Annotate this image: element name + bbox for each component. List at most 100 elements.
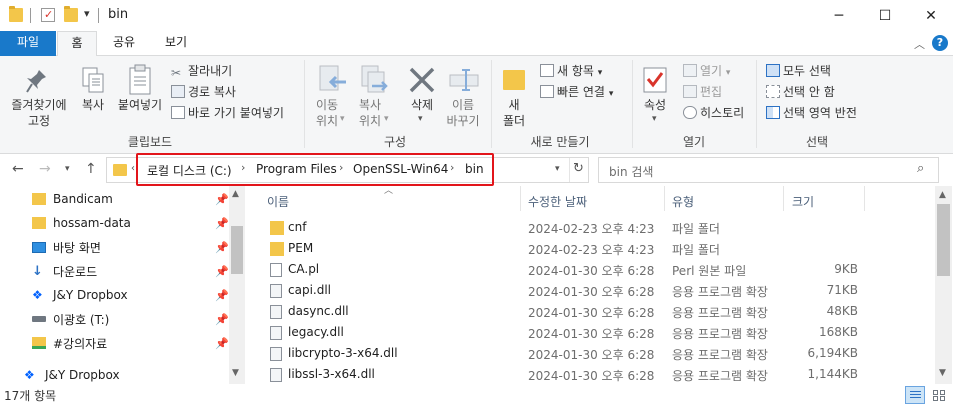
recent-locations-icon[interactable]: ▾ xyxy=(65,164,70,174)
pin-icon xyxy=(26,68,48,94)
nav-item-bandicam[interactable]: Bandicam xyxy=(32,187,113,211)
customize-toolbar-icon[interactable]: ▾ xyxy=(84,7,90,20)
collapse-ribbon-icon[interactable]: ︿ xyxy=(914,36,925,52)
properties-button[interactable]: 속성 xyxy=(638,97,672,113)
invert-selection-button[interactable]: 선택 영역 반전 xyxy=(766,104,857,121)
file-type: 응용 프로그램 확장 xyxy=(672,327,768,341)
nav-item-hossam-data[interactable]: hossam-data xyxy=(32,211,131,235)
file-scroll-thumb[interactable] xyxy=(937,204,950,276)
history-button[interactable]: 히스토리 xyxy=(683,104,744,121)
scroll-down-icon[interactable]: ▼ xyxy=(939,368,946,378)
file-list-scrollbar[interactable]: ▲ ▼ xyxy=(935,186,952,384)
nav-item-drive-t[interactable]: 이광호 (T:) xyxy=(32,307,109,331)
copy-path-label: 경로 복사 xyxy=(188,85,236,99)
up-arrow-icon[interactable]: ↑ xyxy=(85,161,97,177)
cut-button[interactable]: ✂ 잘라내기 xyxy=(171,62,232,80)
copy-to-button[interactable]: 복사 위치 xyxy=(355,97,385,129)
table-row[interactable]: libcrypto-3-x64.dll 2024-01-30 오후 6:28 응… xyxy=(248,344,928,365)
nav-scroll-thumb[interactable] xyxy=(231,226,243,274)
folder-icon xyxy=(32,217,46,229)
chevron-down-icon: ▾ xyxy=(725,68,731,78)
file-size: 1,144KB xyxy=(807,367,858,381)
scroll-up-icon[interactable]: ▲ xyxy=(939,190,946,200)
dll-icon xyxy=(270,326,282,340)
back-arrow-icon[interactable]: ← xyxy=(12,161,24,177)
rename-button[interactable]: 이름 바꾸기 xyxy=(440,97,486,129)
table-row[interactable]: PEM 2024-02-23 오후 4:23 파일 폴더 xyxy=(248,239,928,260)
chevron-left-icon[interactable]: ‹ xyxy=(131,163,135,174)
nav-scrollbar[interactable]: ▲ ▼ xyxy=(229,186,245,384)
scroll-down-icon[interactable]: ▼ xyxy=(232,368,239,378)
minimize-button[interactable]: ─ xyxy=(816,0,862,31)
dropbox-icon: ❖ xyxy=(24,368,35,382)
new-folder-button[interactable]: 새 폴더 xyxy=(498,97,530,129)
file-size: 9KB xyxy=(834,262,858,276)
forward-arrow-icon[interactable]: → xyxy=(39,161,51,177)
edit-label: 편집 xyxy=(700,85,723,99)
table-row[interactable]: CA.pl 2024-01-30 오후 6:28 Perl 원본 파일 9KB xyxy=(248,260,928,281)
tab-file[interactable]: 파일 xyxy=(0,31,56,56)
chevron-down-icon: ▾ xyxy=(652,114,657,124)
select-none-button[interactable]: 선택 안 함 xyxy=(766,83,835,100)
table-row[interactable]: dasync.dll 2024-01-30 오후 6:28 응용 프로그램 확장… xyxy=(248,302,928,323)
paste-icon xyxy=(128,64,152,96)
help-icon[interactable]: ? xyxy=(932,35,948,51)
scissors-icon: ✂ xyxy=(171,66,182,80)
select-all-button[interactable]: 모두 선택 xyxy=(766,62,831,79)
tab-view[interactable]: 보기 xyxy=(153,31,199,56)
edit-button[interactable]: 편집 xyxy=(683,83,722,100)
file-name: legacy.dll xyxy=(288,325,344,339)
pin-to-quick-access-button[interactable]: 즐겨찾기에 고정 xyxy=(4,97,74,129)
table-row[interactable]: libssl-3-x64.dll 2024-01-30 오후 6:28 응용 프… xyxy=(248,365,928,386)
search-input[interactable]: bin 검색 xyxy=(609,163,653,180)
file-name: capi.dll xyxy=(288,283,332,297)
pin-icon: 📌 xyxy=(215,217,229,230)
file-modified: 2024-01-30 오후 6:28 xyxy=(528,327,655,341)
copy-path-button[interactable]: 경로 복사 xyxy=(171,83,236,100)
easy-access-icon xyxy=(540,85,554,98)
tab-home[interactable]: 홈 xyxy=(57,31,97,57)
download-icon: ↓ xyxy=(32,263,43,279)
close-button[interactable]: ✕ xyxy=(908,0,953,31)
column-header-name[interactable]: 이름 xyxy=(267,193,289,210)
table-row[interactable]: legacy.dll 2024-01-30 오후 6:28 응용 프로그램 확장… xyxy=(248,323,928,344)
table-row[interactable]: capi.dll 2024-01-30 오후 6:28 응용 프로그램 확장 7… xyxy=(248,281,928,302)
nav-item-downloads[interactable]: ↓ 다운로드 xyxy=(32,259,97,283)
move-to-button[interactable]: 이동 위치 xyxy=(312,97,342,129)
paste-shortcut-button[interactable]: 바로 가기 붙여넣기 xyxy=(171,104,284,121)
paste-button[interactable]: 붙여넣기 xyxy=(114,97,166,113)
delete-button[interactable]: 삭제 xyxy=(404,97,440,113)
search-icon[interactable]: ⌕ xyxy=(917,161,924,176)
open-button[interactable]: 열기 ▾ xyxy=(683,62,730,79)
refresh-icon[interactable]: ↻ xyxy=(573,161,584,176)
new-folder-quick-icon[interactable] xyxy=(64,6,78,22)
file-size: 168KB xyxy=(818,325,858,339)
maximize-button[interactable]: ☐ xyxy=(862,0,908,31)
scroll-up-icon[interactable]: ▲ xyxy=(232,189,239,199)
nav-item-desktop[interactable]: 바탕 화면 xyxy=(32,235,101,259)
group-label-clipboard: 클립보드 xyxy=(127,135,173,149)
address-dropdown-icon[interactable]: ▾ xyxy=(555,164,560,174)
paste-shortcut-icon xyxy=(171,106,185,119)
paste-shortcut-label: 바로 가기 붙여넣기 xyxy=(188,106,284,120)
column-header-modified[interactable]: 수정한 날짜 xyxy=(528,193,587,210)
new-item-button[interactable]: 새 항목 ▾ xyxy=(540,62,602,79)
window-title: bin xyxy=(108,7,129,22)
new-item-label: 새 항목 xyxy=(557,64,594,78)
large-icons-view-icon[interactable] xyxy=(930,387,948,403)
column-header-size[interactable]: 크기 xyxy=(792,193,814,210)
chevron-down-icon: ▾ xyxy=(418,114,423,124)
group-label-organize: 구성 xyxy=(383,135,407,149)
copy-button[interactable]: 복사 xyxy=(77,97,109,113)
search-box[interactable]: bin 검색 ⌕ xyxy=(598,157,939,183)
column-header-type[interactable]: 유형 xyxy=(672,193,694,210)
file-size: 71KB xyxy=(826,283,858,297)
properties-quick-icon[interactable]: ✓ xyxy=(41,8,55,22)
details-view-icon[interactable] xyxy=(905,386,925,404)
table-row[interactable]: cnf 2024-02-23 오후 4:23 파일 폴더 xyxy=(248,218,928,239)
nav-item-lecture-materials[interactable]: #강의자료 xyxy=(32,331,107,355)
easy-access-button[interactable]: 빠른 연결 ▾ xyxy=(540,83,613,100)
file-modified: 2024-01-30 오후 6:28 xyxy=(528,285,655,299)
nav-item-dropbox[interactable]: ❖ J&Y Dropbox xyxy=(32,283,128,307)
tab-share[interactable]: 공유 xyxy=(103,31,145,56)
